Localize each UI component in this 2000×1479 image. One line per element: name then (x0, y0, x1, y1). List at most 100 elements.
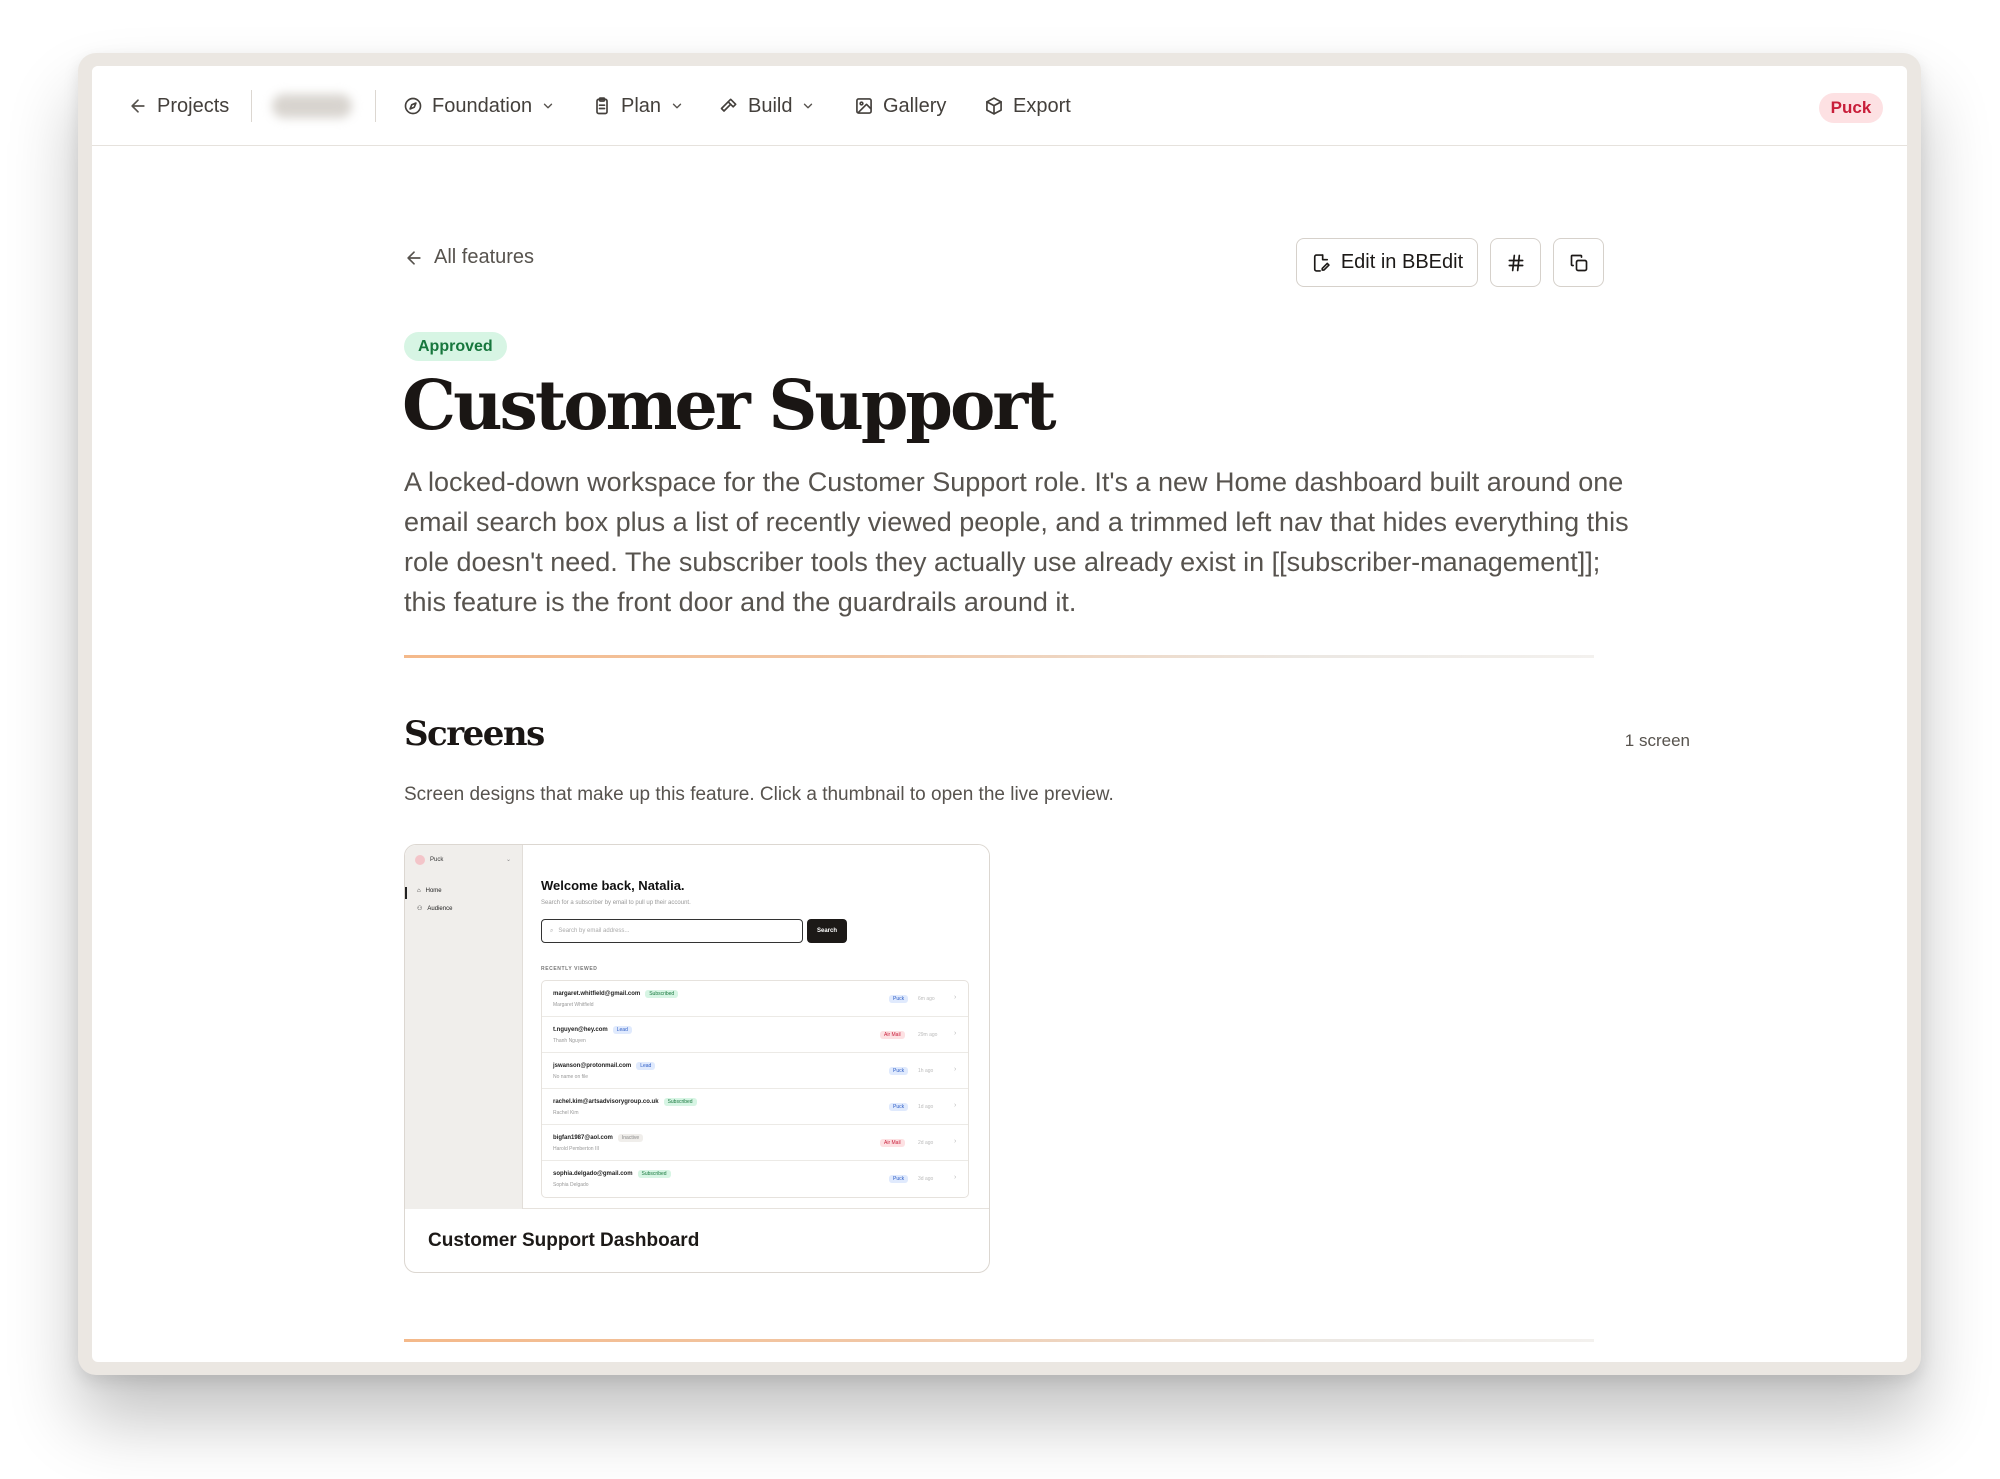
app-window: Projects Foundation Plan Build Gallery E… (92, 66, 1907, 1362)
all-features-link[interactable]: All features (404, 246, 534, 269)
brand-tag: Air Mail (880, 1139, 905, 1147)
list-item-email: margaret.whitfield@gmail.com Subscribed (553, 990, 679, 998)
preview-brand-label: Puck (430, 857, 444, 863)
chevron-right-icon: › (954, 1066, 957, 1073)
nav-projects[interactable]: Projects (128, 90, 229, 122)
preview-search-button: Search (807, 919, 847, 943)
list-item-name: Sophia Delgado (553, 1182, 589, 1188)
nav-plan[interactable]: Plan (592, 90, 684, 122)
nav-gallery-label: Gallery (883, 94, 947, 117)
edit-in-bbedit-label: Edit in BBEdit (1340, 251, 1464, 273)
package-icon (986, 97, 1002, 115)
list-item: rachel.kim@artsadvisorygroup.co.uk Subscr… (542, 1089, 968, 1125)
preview-nav-active-marker (405, 887, 407, 899)
status-badge: Approved (404, 332, 507, 361)
chevron-down-icon: ⌄ (506, 857, 512, 863)
list-item-time: 1h ago (918, 1068, 934, 1074)
screen-card-title: Customer Support Dashboard (428, 1230, 700, 1251)
copy-button[interactable] (1553, 238, 1604, 287)
page-title: Customer Support (402, 366, 1057, 446)
chevron-down-icon (804, 103, 813, 109)
user-badge[interactable]: Puck (1819, 93, 1883, 123)
status-badge: Subscribed (663, 1098, 697, 1106)
image-icon (856, 98, 872, 114)
chevron-down-icon (543, 103, 553, 109)
preview-subheading: Search for a subscriber by email to pull… (541, 900, 691, 906)
list-item-email: jswanson@protonmail.com Lead (553, 1062, 656, 1070)
screen-card[interactable]: Puck ⌄ ⌂ Home ⚇ Audience Welcome back, N… (404, 844, 990, 1273)
file-edit-icon (1313, 253, 1330, 272)
section-divider (404, 655, 1594, 658)
preview-recent-list: margaret.whitfield@gmail.com Subscribed M… (541, 980, 969, 1198)
chevron-right-icon: › (954, 1138, 957, 1145)
copy-anchor-button[interactable] (1490, 238, 1541, 287)
list-item-name: Margaret Whitfield (553, 1002, 594, 1008)
list-item-time: 3d ago (918, 1176, 934, 1182)
status-badge: Lead (612, 1026, 632, 1034)
preview-search-placeholder: Search by email address... (558, 928, 630, 934)
brand-tag: Puck (889, 1103, 909, 1111)
nav-projects-label: Projects (157, 94, 230, 117)
project-name-redacted[interactable] (272, 94, 352, 118)
hammer-icon (720, 98, 737, 112)
preview-recent-label: RECENTLY VIEWED (541, 966, 598, 972)
nav-build[interactable]: Build (719, 90, 815, 122)
chevron-right-icon: › (954, 1102, 957, 1109)
edit-in-bbedit-button[interactable]: Edit in BBEdit (1296, 238, 1478, 287)
screen-count: 1 screen (1624, 731, 1690, 750)
copy-icon (1570, 254, 1587, 271)
nav-divider (251, 90, 252, 122)
list-item: jswanson@protonmail.com Lead No name on f… (542, 1053, 968, 1089)
clipboard-icon (596, 97, 608, 115)
email-text: jswanson@protonmail.com (553, 1063, 632, 1069)
avatar (415, 855, 425, 865)
list-item-time: 29m ago (918, 1032, 938, 1038)
feature-description: A locked-down workspace for the Customer… (404, 467, 1629, 617)
brand-tag: Air Mail (880, 1031, 905, 1039)
nav-gallery[interactable]: Gallery (854, 90, 946, 122)
arrow-left-icon (407, 250, 421, 265)
list-item-time: 6m ago (918, 996, 935, 1002)
preview-heading: Welcome back, Natalia. (541, 878, 685, 893)
chevron-right-icon: › (954, 1174, 957, 1181)
arrow-left-icon (131, 99, 145, 113)
list-item: margaret.whitfield@gmail.com Subscribed M… (542, 981, 968, 1017)
nav-export-label: Export (1013, 94, 1071, 117)
email-text: t.nguyen@hey.com (553, 1027, 608, 1033)
nav-foundation[interactable]: Foundation (403, 90, 555, 122)
list-item: bigfan1987@aol.com Inactive Harold Pember… (542, 1125, 968, 1161)
section-divider (404, 1339, 1594, 1342)
nav-divider (375, 90, 376, 122)
users-icon: ⚇ (417, 906, 423, 912)
nav-build-label: Build (748, 94, 793, 117)
brand-tag: Puck (889, 995, 909, 1003)
preview-sidebar: Puck ⌄ ⌂ Home ⚇ Audience (405, 845, 523, 1209)
email-text: sophia.delgado@gmail.com (553, 1171, 633, 1177)
list-item-name: Rachel Kim (553, 1110, 579, 1116)
email-text: bigfan1987@aol.com (553, 1135, 613, 1141)
brand-tag: Puck (889, 1067, 909, 1075)
chevron-right-icon: › (954, 1030, 957, 1037)
email-text: margaret.whitfield@gmail.com (553, 991, 641, 997)
status-badge: Inactive (617, 1134, 644, 1142)
compass-icon (404, 97, 422, 115)
list-item-email: t.nguyen@hey.com Lead (553, 1026, 632, 1034)
nav-export[interactable]: Export (984, 90, 1071, 122)
list-item-name: Thanh Nguyen (553, 1038, 586, 1044)
email-text: rachel.kim@artsadvisorygroup.co.uk (553, 1099, 659, 1105)
list-item-email: bigfan1987@aol.com Inactive (553, 1134, 644, 1142)
preview-search-input: ⌕ Search by email address... (541, 919, 803, 943)
screen-thumbnail[interactable]: Puck ⌄ ⌂ Home ⚇ Audience Welcome back, N… (405, 845, 989, 1209)
list-item-name: Harold Pemberton III (553, 1146, 600, 1152)
hash-icon (1508, 254, 1523, 271)
screens-heading: Screens (404, 714, 545, 754)
list-item: t.nguyen@hey.com Lead Thanh Nguyen Air Ma… (542, 1017, 968, 1053)
preview-nav-label: Audience (427, 905, 453, 912)
list-item-name: No name on file (553, 1074, 589, 1080)
search-icon: ⌕ (550, 927, 554, 934)
status-badge: Subscribed (645, 990, 679, 998)
status-badge: Lead (636, 1062, 656, 1070)
top-nav: Projects Foundation Plan Build Gallery E… (92, 66, 1907, 146)
chevron-right-icon: › (954, 994, 957, 1001)
nav-foundation-label: Foundation (432, 94, 533, 117)
